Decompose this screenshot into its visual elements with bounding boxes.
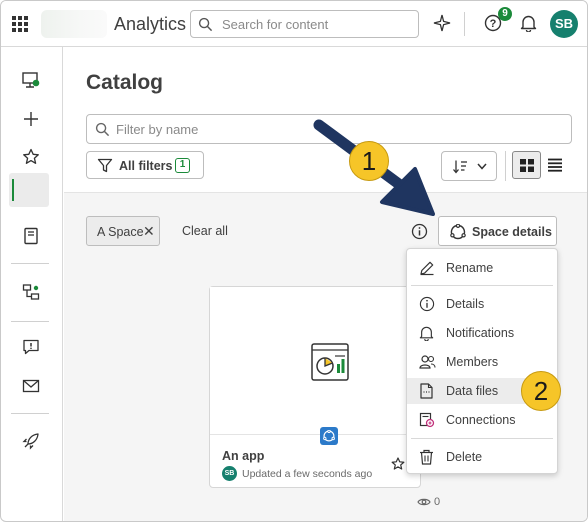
step-2-callout: 2 bbox=[521, 371, 561, 411]
app-window: Analytics Search for content ? 9 SB Cata… bbox=[0, 0, 588, 522]
annotation-arrow bbox=[313, 119, 435, 216]
step-1-callout: 1 bbox=[349, 141, 389, 181]
